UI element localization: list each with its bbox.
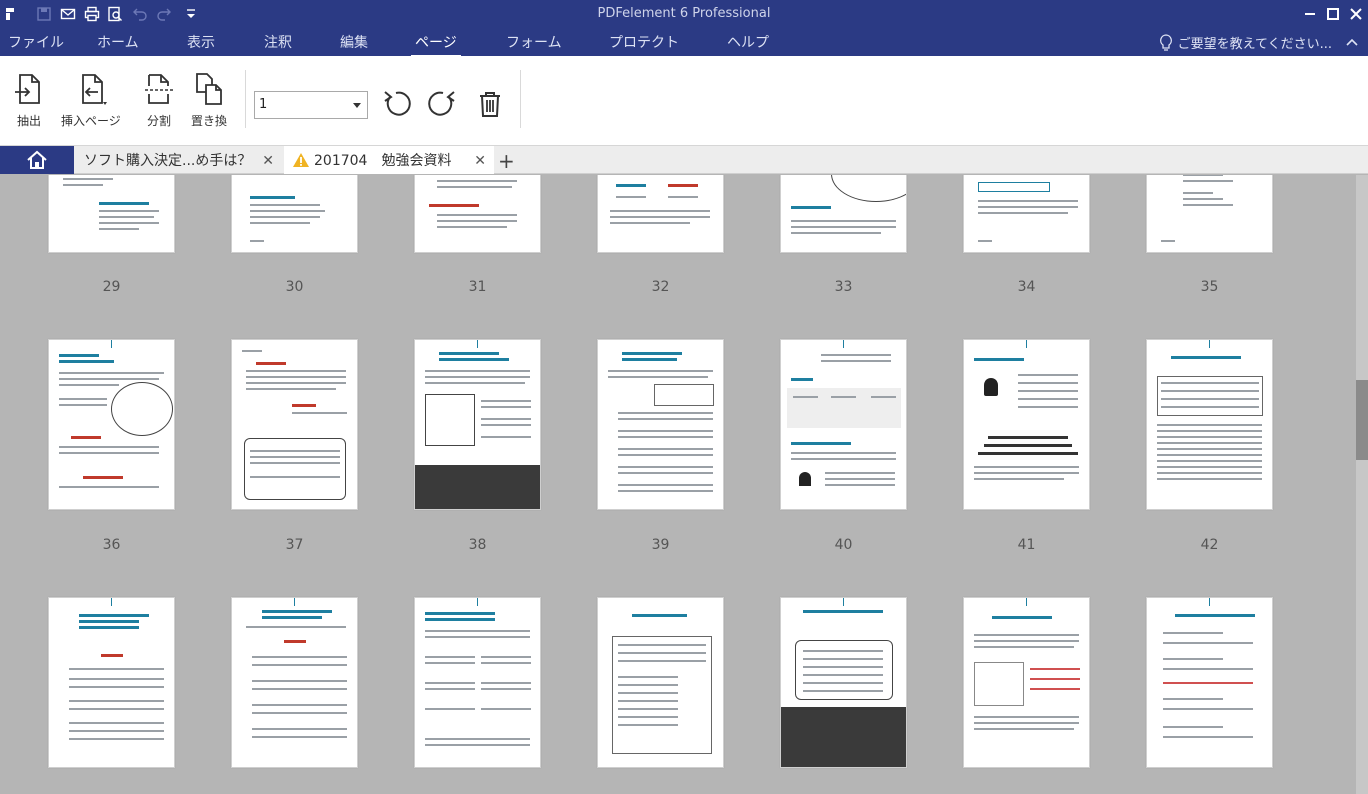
page-thumbnail[interactable]	[414, 597, 541, 768]
chevron-up-icon[interactable]	[1344, 34, 1360, 50]
vertical-scrollbar[interactable]	[1356, 175, 1368, 794]
menu-view[interactable]: 表示	[187, 32, 215, 52]
close-tab-icon[interactable]: ✕	[262, 153, 274, 169]
title-bar: PDFelement 6 Professional	[0, 0, 1368, 28]
page-thumbnail[interactable]	[231, 597, 358, 768]
maximize-icon[interactable]	[1321, 2, 1345, 26]
page-number-dropdown[interactable]: 1	[254, 91, 368, 119]
home-icon	[27, 150, 47, 169]
insert-page-button[interactable]: 挿入ページ	[61, 72, 121, 129]
trash-icon	[480, 92, 500, 117]
ribbon-toolbar: 抽出 挿入ページ 分割 置き換 1	[0, 56, 1368, 146]
menu-help[interactable]: ヘルプ	[727, 32, 769, 52]
rotate-left-icon	[384, 91, 411, 116]
close-window-icon[interactable]	[1344, 2, 1368, 26]
replace-icon	[196, 73, 222, 105]
page-number-label: 38	[468, 537, 487, 553]
lightbulb-icon	[1159, 33, 1172, 51]
extract-button[interactable]: 抽出	[12, 72, 46, 129]
menu-form[interactable]: フォーム	[506, 32, 562, 52]
minimize-icon[interactable]	[1298, 2, 1322, 26]
page-thumbnail[interactable]	[597, 597, 724, 768]
page-thumbnail[interactable]	[48, 175, 175, 253]
page-thumbnail[interactable]	[48, 597, 175, 768]
delete-page-button[interactable]	[472, 86, 508, 122]
page-thumbnail[interactable]	[963, 175, 1090, 253]
page-number-label: 29	[102, 279, 121, 295]
vertical-scrollbar-thumb[interactable]	[1356, 380, 1368, 460]
extract-icon	[15, 74, 40, 104]
page-number-label: 42	[1200, 537, 1219, 553]
rotate-right-icon	[428, 91, 455, 116]
split-icon	[145, 74, 173, 104]
page-number-label: 36	[102, 537, 121, 553]
page-number-label: 33	[834, 279, 853, 295]
menu-file[interactable]: ファイル	[8, 32, 64, 52]
page-thumbnail[interactable]	[231, 175, 358, 253]
home-tab[interactable]	[0, 146, 74, 174]
page-thumbnail[interactable]	[48, 339, 175, 510]
replace-button[interactable]: 置き換	[191, 72, 227, 129]
page-thumbnail[interactable]	[780, 175, 907, 253]
window-title: PDFelement 6 Professional	[597, 6, 771, 21]
rotate-left-button[interactable]	[378, 86, 414, 122]
menu-home[interactable]: ホーム	[97, 32, 139, 52]
menu-comment[interactable]: 注釈	[264, 32, 292, 52]
dropdown-arrow-icon	[353, 103, 361, 108]
document-tab-title: 201704 勉強会資料	[314, 153, 452, 169]
ribbon-separator	[245, 70, 246, 128]
document-tab-bar: ソフト購入決定...め手は？ ✕ 201704 勉強会資料 ✕ +	[0, 146, 1368, 174]
page-number-label: 41	[1017, 537, 1036, 553]
page-number-label: 32	[651, 279, 670, 295]
document-tab-title: ソフト購入決定...め手は？	[84, 153, 252, 169]
page-thumbnail[interactable]	[780, 339, 907, 510]
page-number-label: 39	[651, 537, 670, 553]
page-thumbnail[interactable]	[414, 339, 541, 510]
insert-page-icon	[81, 74, 107, 105]
split-label: 分割	[146, 114, 171, 128]
page-number-label: 40	[834, 537, 853, 553]
page-thumbnail[interactable]	[963, 597, 1090, 768]
document-tab-1[interactable]: ソフト購入決定...め手は？ ✕	[76, 146, 282, 174]
menu-page[interactable]: ページ	[411, 32, 461, 58]
warning-icon	[293, 153, 309, 167]
menu-edit[interactable]: 編集	[340, 32, 368, 52]
close-tab-icon[interactable]: ✕	[474, 153, 486, 169]
page-thumbnail[interactable]	[597, 175, 724, 253]
page-thumbnail[interactable]	[414, 175, 541, 253]
page-thumbnail[interactable]	[1146, 175, 1273, 253]
page-number-label: 30	[285, 279, 304, 295]
new-tab-plus-icon[interactable]: +	[498, 149, 515, 173]
tell-me-search[interactable]: ご要望を教えてください...	[1158, 33, 1332, 52]
page-thumbnail[interactable]	[1146, 339, 1273, 510]
rotate-right-button[interactable]	[425, 86, 461, 122]
page-thumbnail[interactable]	[1146, 597, 1273, 768]
replace-label: 置き換	[191, 114, 228, 128]
tell-me-hint-text: ご要望を教えてください...	[1177, 37, 1332, 52]
page-number-label: 31	[468, 279, 487, 295]
page-number-label: 34	[1017, 279, 1036, 295]
page-number-label: 37	[285, 537, 304, 553]
ribbon-separator	[520, 70, 521, 128]
page-thumbnail[interactable]	[780, 597, 907, 768]
page-thumbnail[interactable]	[231, 339, 358, 510]
menu-protect[interactable]: プロテクト	[609, 32, 679, 52]
extract-label: 抽出	[16, 114, 41, 128]
split-button[interactable]: 分割	[142, 72, 176, 129]
page-number-value: 1	[259, 97, 268, 112]
page-thumbnail[interactable]	[963, 339, 1090, 510]
insert-page-label: 挿入ページ	[61, 114, 121, 128]
page-thumbnail-grid: 29 30 31 32 33 34 35 36 37 38 39 40 41 4…	[0, 175, 1356, 794]
page-thumbnail[interactable]	[597, 339, 724, 510]
menu-bar: ファイル ホーム 表示 注釈 編集 ページ フォーム プロテクト ヘルプ ご要望…	[0, 28, 1368, 58]
page-number-label: 35	[1200, 279, 1219, 295]
document-tab-2[interactable]: 201704 勉強会資料 ✕	[284, 146, 494, 174]
